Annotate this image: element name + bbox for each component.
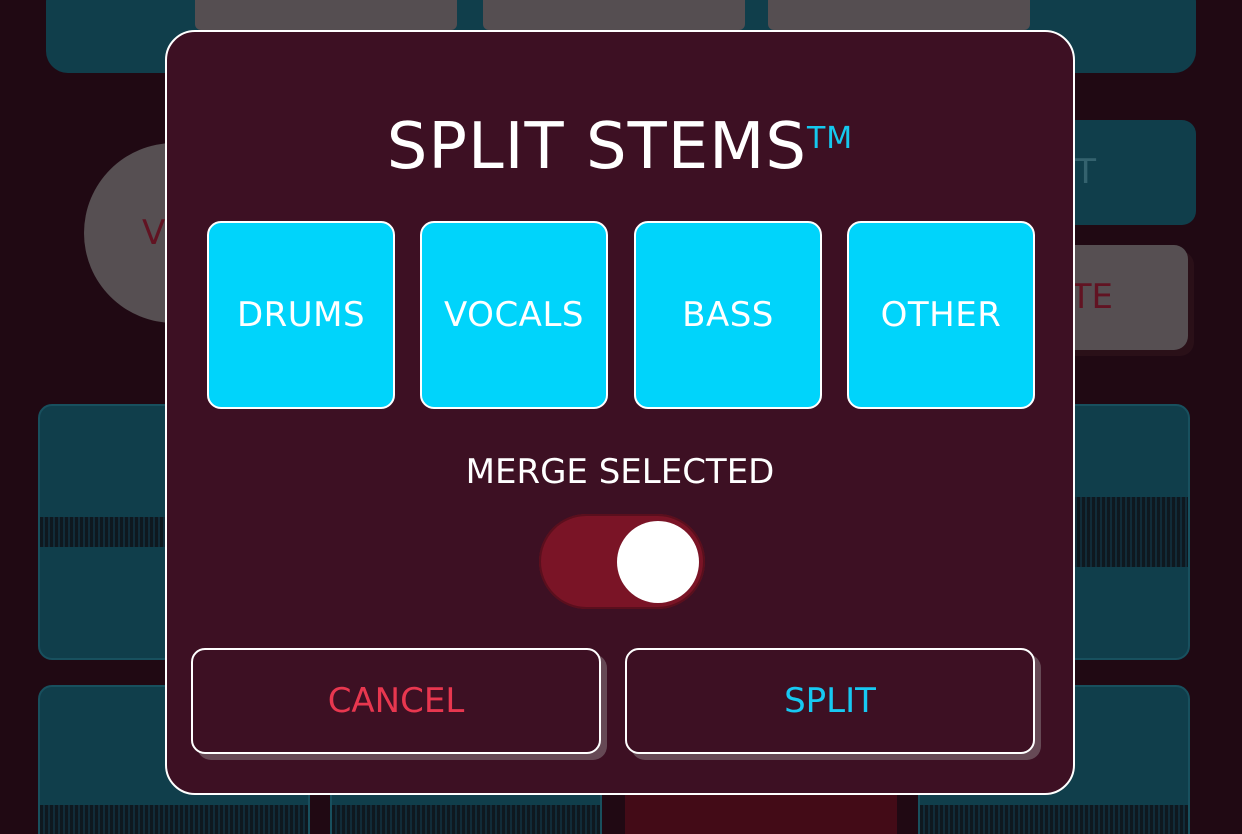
dialog-title: SPLIT STEMSTM <box>167 112 1073 182</box>
stem-button-drums[interactable]: DRUMS <box>207 221 395 409</box>
trademark-mark: TM <box>806 121 854 156</box>
stem-button-other[interactable]: OTHER <box>847 221 1035 409</box>
merge-selected-toggle[interactable] <box>539 514 705 609</box>
split-button[interactable]: SPLIT <box>625 648 1035 754</box>
stem-button-bass[interactable]: BASS <box>634 221 822 409</box>
dialog-title-text: SPLIT STEMS <box>386 110 807 184</box>
stem-button-vocals[interactable]: VOCALS <box>420 221 608 409</box>
split-stems-dialog: SPLIT STEMSTM DRUMS VOCALS BASS OTHER ME… <box>165 30 1075 795</box>
merge-selected-label: MERGE SELECTED <box>465 452 775 492</box>
toggle-knob[interactable] <box>617 521 699 603</box>
cancel-button[interactable]: CANCEL <box>191 648 601 754</box>
